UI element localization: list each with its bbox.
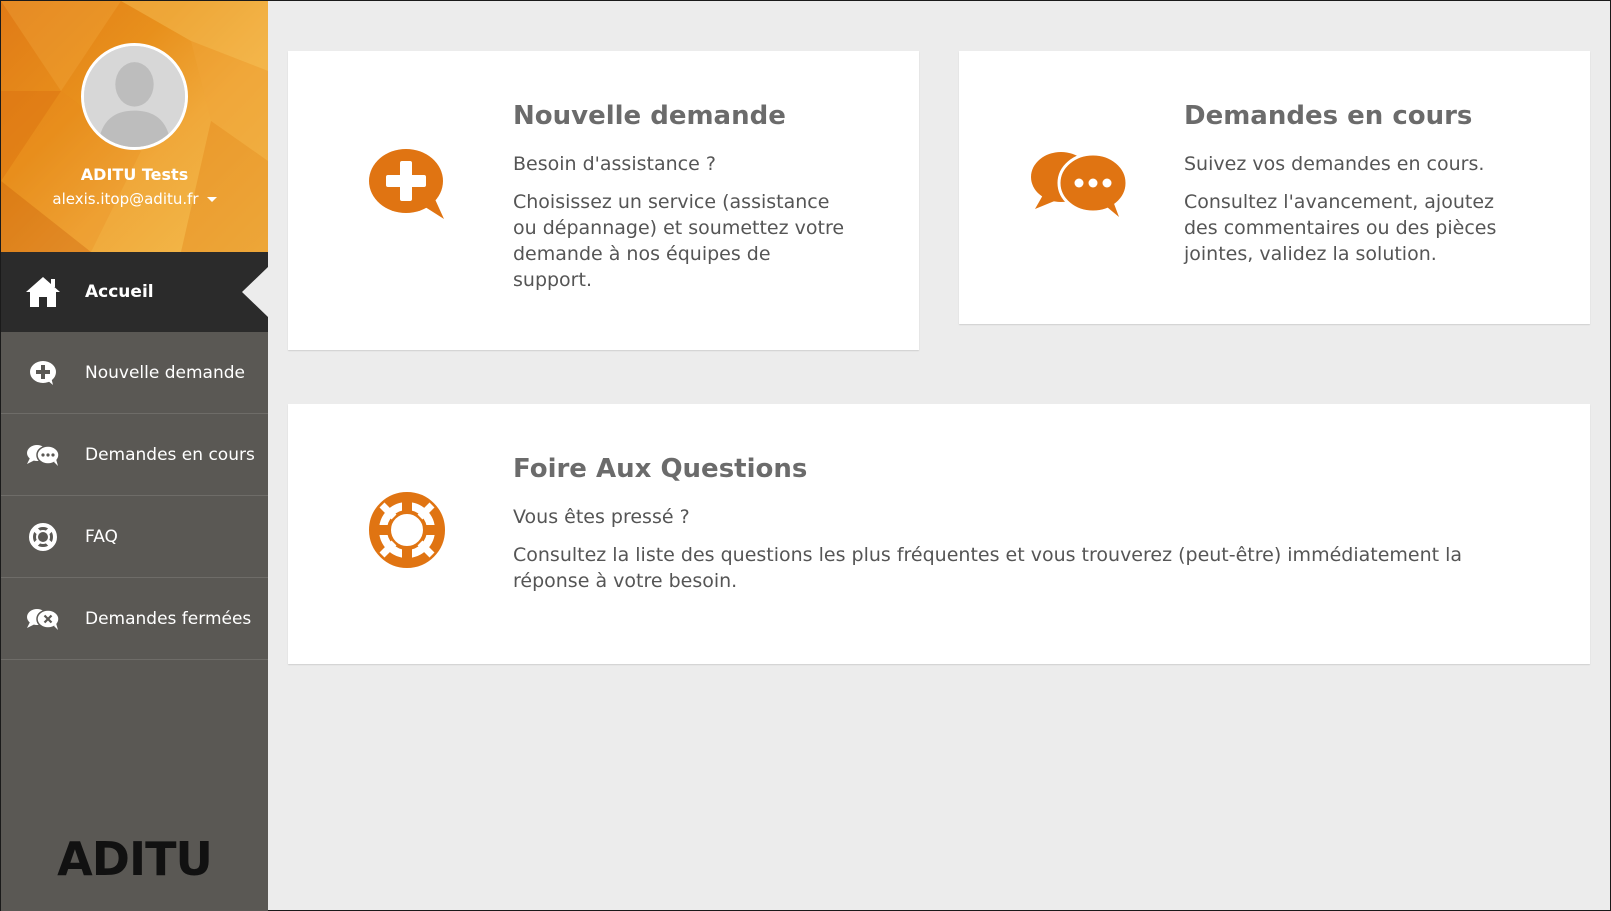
tile-faq[interactable]: Foire Aux Questions Vous êtes pressé ? C… xyxy=(288,404,1590,664)
tile-nouvelle-demande[interactable]: Nouvelle demande Besoin d'assistance ? C… xyxy=(288,51,919,350)
avatar[interactable] xyxy=(81,43,188,150)
tile-title: Foire Aux Questions xyxy=(513,454,808,484)
tile-text: Nouvelle demande Besoin d'assistance ? C… xyxy=(513,101,853,293)
sidebar-item-nouvelle-demande[interactable]: Nouvelle demande xyxy=(1,332,268,414)
lifebuoy-icon xyxy=(1,522,85,551)
tile-title: Demandes en cours xyxy=(1184,101,1473,131)
plus-bubble-icon xyxy=(1,360,85,386)
home-icon xyxy=(1,275,85,309)
sidebar-item-label: Accueil xyxy=(85,282,154,302)
chat-bubbles-icon xyxy=(1,443,85,467)
tile-title: Nouvelle demande xyxy=(513,101,786,131)
user-menu-toggle[interactable]: alexis.itop@aditu.fr xyxy=(1,190,268,208)
sidebar-item-label: Demandes en cours xyxy=(85,444,255,465)
sidebar-item-label: FAQ xyxy=(85,526,118,547)
sidebar: ADITU Tests alexis.itop@aditu.fr Accueil xyxy=(1,1,268,911)
tile-text: Foire Aux Questions Vous êtes pressé ? C… xyxy=(513,454,1493,594)
user-profile-panel: ADITU Tests alexis.itop@aditu.fr xyxy=(1,1,268,252)
sidebar-item-label: Demandes fermées xyxy=(85,608,252,629)
user-email: alexis.itop@aditu.fr xyxy=(52,190,199,208)
sidebar-item-faq[interactable]: FAQ xyxy=(1,496,268,578)
sidebar-nav: Accueil Nouvelle demande Demandes en cou… xyxy=(1,252,268,660)
sidebar-item-label: Nouvelle demande xyxy=(85,362,245,383)
tile-description: Consultez l'avancement, ajoutez des comm… xyxy=(1184,191,1497,265)
sidebar-item-accueil[interactable]: Accueil xyxy=(1,252,268,332)
brand-logo: ADITU xyxy=(57,832,213,886)
tile-description: Choisissez un service (assistance ou dép… xyxy=(513,191,845,291)
sidebar-item-demandes-en-cours[interactable]: Demandes en cours xyxy=(1,414,268,496)
sidebar-item-demandes-fermees[interactable]: Demandes fermées xyxy=(1,578,268,660)
tile-demandes-en-cours[interactable]: Demandes en cours Suivez vos demandes en… xyxy=(959,51,1590,324)
plus-bubble-icon xyxy=(368,147,448,223)
tile-text: Demandes en cours Suivez vos demandes en… xyxy=(1184,101,1524,267)
tile-subtitle: Suivez vos demandes en cours. xyxy=(1184,153,1485,175)
lifebuoy-icon xyxy=(368,491,446,573)
closed-bubbles-icon xyxy=(1,607,85,631)
tile-description: Consultez la liste des questions les plu… xyxy=(513,544,1463,592)
user-name: ADITU Tests xyxy=(80,165,189,184)
user-silhouette-icon xyxy=(84,46,185,147)
tile-subtitle: Vous êtes pressé ? xyxy=(513,506,690,528)
chat-bubbles-icon xyxy=(1029,151,1129,221)
caret-down-icon xyxy=(206,197,217,202)
tile-subtitle: Besoin d'assistance ? xyxy=(513,153,716,175)
